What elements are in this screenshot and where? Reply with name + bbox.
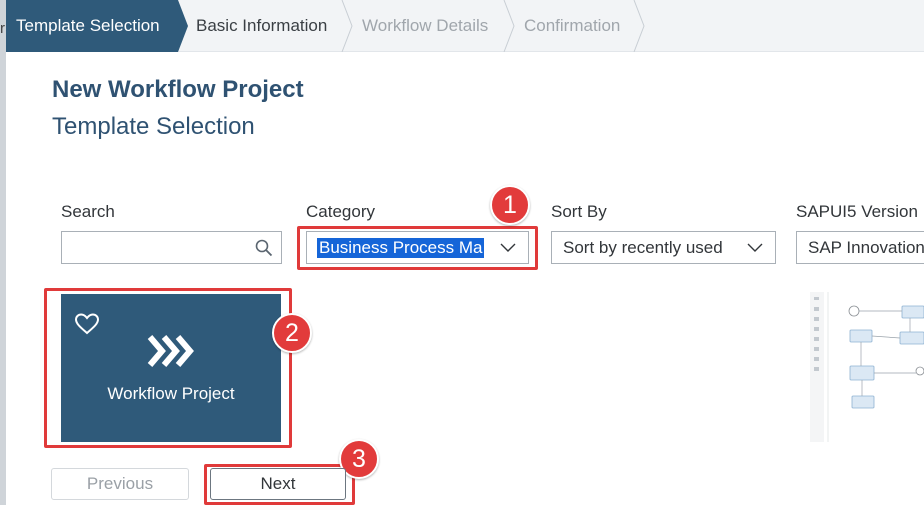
wizard-step-label: Template Selection bbox=[16, 16, 160, 35]
left-panel-edge bbox=[0, 0, 6, 505]
step-separator-icon bbox=[633, 0, 645, 52]
page-subtitle: Template Selection bbox=[52, 113, 255, 140]
sort-selected-value: Sort by recently used bbox=[563, 238, 723, 257]
step-marker-1: 1 bbox=[490, 185, 530, 225]
search-label: Search bbox=[61, 202, 115, 221]
wizard-step-workflow-details[interactable]: Workflow Details bbox=[360, 0, 488, 52]
wizard-step-label: Confirmation bbox=[524, 16, 621, 35]
sapui5-version-select[interactable]: SAP Innovation bbox=[796, 231, 924, 264]
category-label: Category bbox=[306, 202, 375, 221]
wizard-step-label: Workflow Details bbox=[362, 16, 489, 35]
wizard-step-label: Basic Information bbox=[196, 16, 328, 35]
page-title: New Workflow Project bbox=[52, 76, 304, 103]
chevron-down-icon[interactable] bbox=[747, 243, 763, 253]
category-highlight-box bbox=[297, 226, 538, 270]
tile-highlight-box bbox=[44, 288, 292, 448]
version-label: SAPUI5 Version bbox=[796, 202, 918, 221]
wizard-step-confirmation[interactable]: Confirmation bbox=[524, 0, 620, 52]
next-button[interactable]: Next bbox=[210, 468, 346, 500]
wizard-step-template-selection[interactable]: Template Selection bbox=[6, 0, 188, 52]
sort-label: Sort By bbox=[551, 202, 607, 221]
step-marker-2: 2 bbox=[272, 313, 312, 353]
search-input[interactable] bbox=[61, 231, 282, 264]
search-icon[interactable] bbox=[255, 239, 273, 257]
wizard-step-basic-information[interactable]: Basic Information bbox=[188, 0, 327, 52]
step-separator-icon bbox=[503, 0, 515, 52]
sort-select[interactable]: Sort by recently used bbox=[551, 231, 776, 264]
step-separator-icon bbox=[341, 0, 353, 52]
previous-button[interactable]: Previous bbox=[51, 468, 189, 500]
wizard-bar: Template Selection Basic Information Wor… bbox=[6, 0, 924, 52]
workflow-preview-image bbox=[810, 292, 924, 442]
version-selected-value: SAP Innovation bbox=[808, 238, 924, 257]
left-panel-text: r bbox=[0, 20, 5, 37]
